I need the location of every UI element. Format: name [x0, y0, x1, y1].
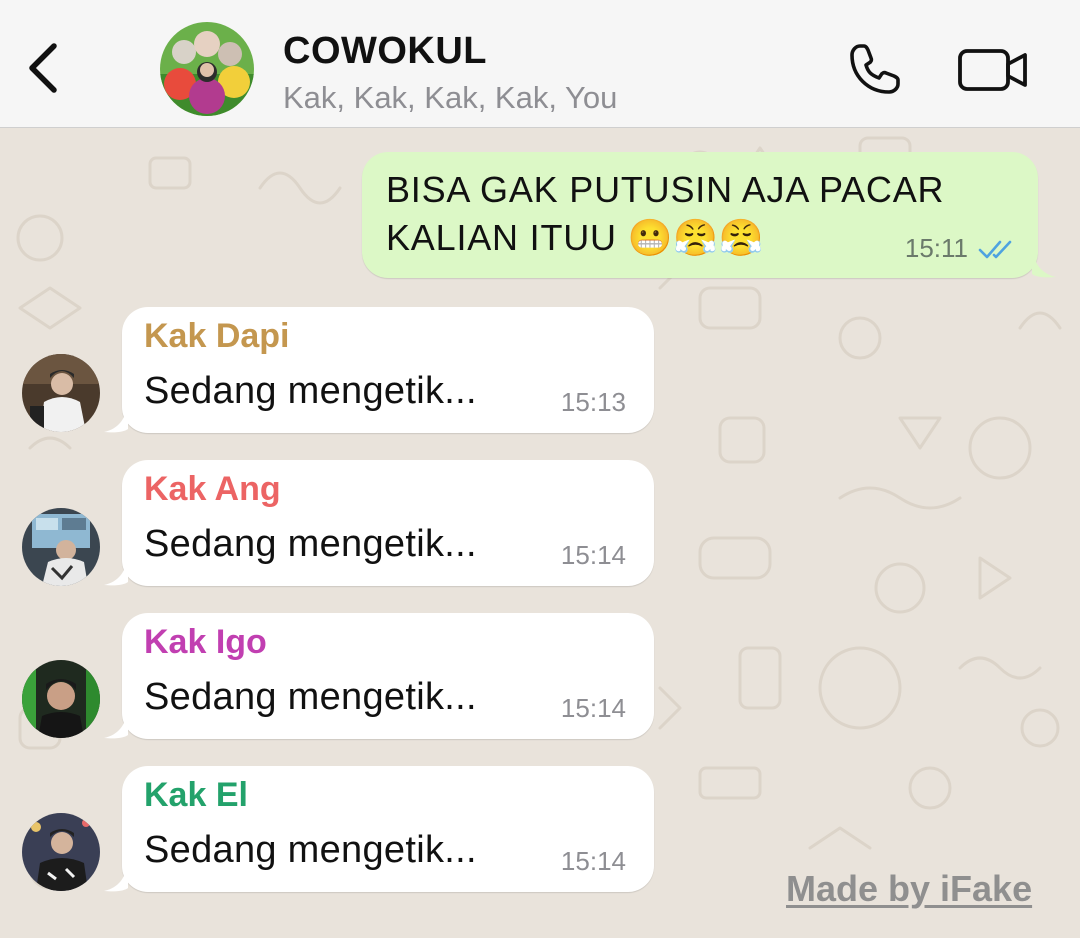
group-title[interactable]: COWOKUL [283, 30, 487, 73]
video-camera-icon [958, 49, 1027, 91]
incoming-message[interactable]: Kak Dapi Sedang mengetik... 15:13 [104, 307, 654, 433]
group-avatar[interactable] [160, 22, 254, 116]
video-call-button[interactable] [955, 44, 1031, 96]
sender-name[interactable]: Kak Ang [144, 470, 281, 509]
back-button[interactable] [18, 38, 68, 98]
outgoing-message[interactable]: BISA GAK PUTUSIN AJA PACAR KALIAN ITUU 😬… [362, 152, 1056, 278]
double-check-icon [978, 240, 1012, 259]
sender-name[interactable]: Kak El [144, 776, 248, 815]
avatar-photo [22, 354, 100, 432]
avatar-photo [22, 813, 100, 891]
phone-icon [850, 44, 900, 94]
bubble-tail [1032, 248, 1056, 278]
message-time: 15:14 [560, 540, 626, 570]
voice-call-button[interactable] [842, 38, 908, 100]
bubble-tail [104, 709, 128, 739]
avatar-photo [22, 660, 100, 738]
sender-avatar[interactable] [22, 813, 100, 891]
bubble-tail [104, 556, 128, 586]
incoming-message[interactable]: Kak El Sedang mengetik... 15:14 [104, 766, 654, 892]
incoming-message[interactable]: Kak Ang Sedang mengetik... 15:14 [104, 460, 654, 586]
sender-avatar[interactable] [22, 508, 100, 586]
bubble-tail [104, 862, 128, 892]
sender-name[interactable]: Kak Igo [144, 623, 267, 662]
avatar-photo [22, 508, 100, 586]
sender-avatar[interactable] [22, 660, 100, 738]
message-text: Sedang mengetik... [144, 676, 477, 718]
group-photo [160, 22, 254, 116]
incoming-message[interactable]: Kak Igo Sedang mengetik... 15:14 [104, 613, 654, 739]
message-time: 15:14 [560, 693, 626, 723]
message-text: Sedang mengetik... [144, 523, 477, 565]
watermark-link[interactable]: Made by iFake [786, 868, 1032, 910]
chat-header: COWOKUL Kak, Kak, Kak, Kak, You [0, 0, 1080, 128]
sender-avatar[interactable] [22, 354, 100, 432]
sender-name[interactable]: Kak Dapi [144, 317, 290, 356]
message-text: Sedang mengetik... [144, 829, 477, 871]
message-time: 15:14 [560, 846, 626, 876]
bubble-tail [104, 403, 128, 433]
message-text: Sedang mengetik... [144, 370, 477, 412]
message-time: 15:11 [904, 233, 968, 263]
chevron-left-icon [29, 43, 57, 93]
message-time: 15:13 [560, 387, 626, 417]
group-members[interactable]: Kak, Kak, Kak, Kak, You [283, 80, 617, 116]
